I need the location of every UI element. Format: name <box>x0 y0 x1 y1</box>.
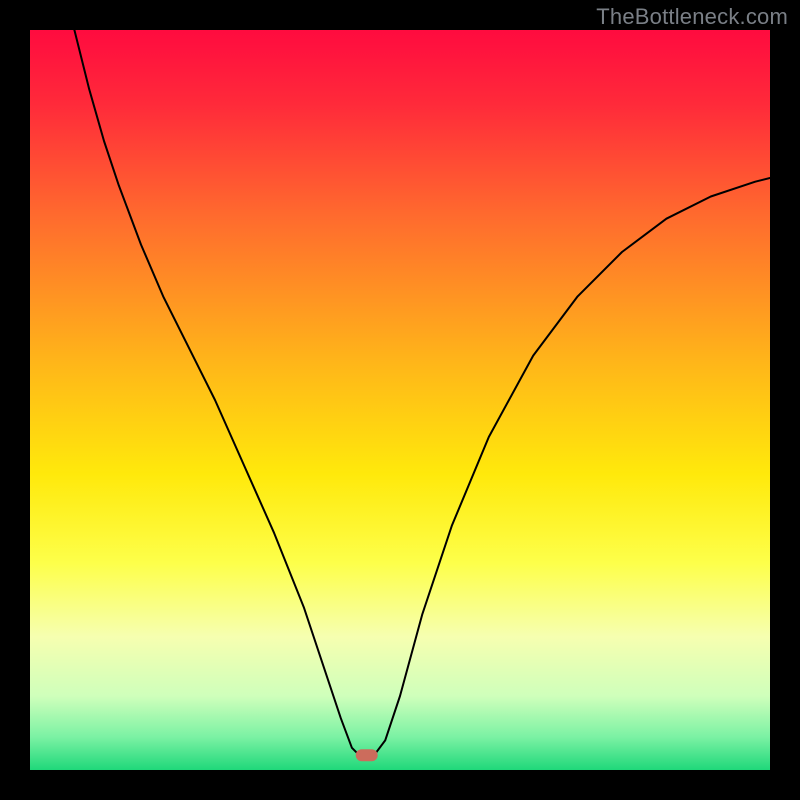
chart-frame: TheBottleneck.com <box>0 0 800 800</box>
plot-background <box>30 30 770 770</box>
watermark-text: TheBottleneck.com <box>596 4 788 30</box>
chart-plot <box>30 30 770 770</box>
min-marker <box>356 749 378 761</box>
